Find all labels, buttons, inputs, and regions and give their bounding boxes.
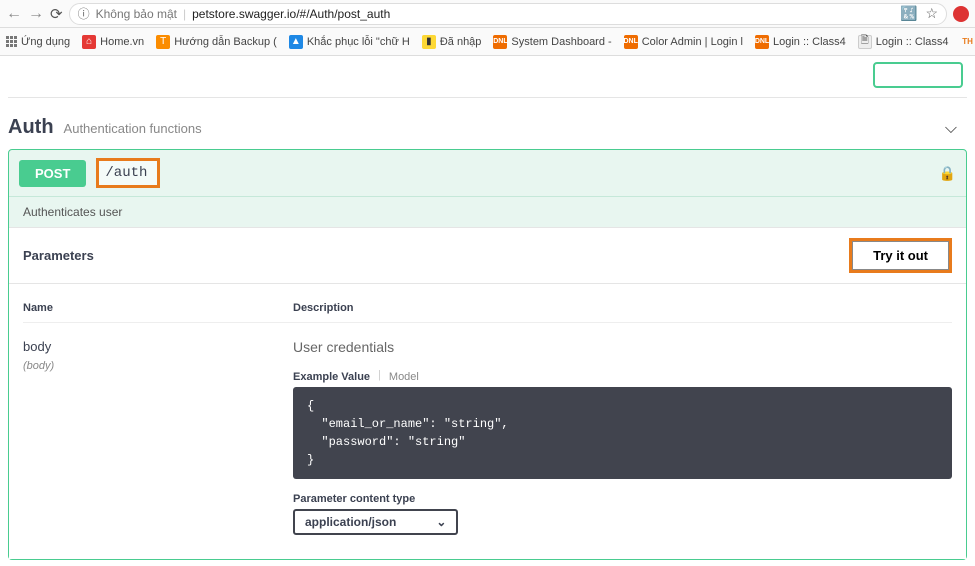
bookmark-item[interactable]: ▲Khắc phục lỗi "chữ H [289, 35, 410, 49]
tag-description: Authentication functions [64, 121, 202, 136]
content-type-select[interactable]: application/json ⌄ [293, 509, 458, 535]
apps-label: Ứng dụng [21, 36, 70, 48]
try-it-out-button[interactable]: Try it out [852, 241, 949, 270]
param-name: body [23, 339, 293, 354]
tag-name: Auth [8, 116, 54, 139]
extension-badge[interactable] [953, 6, 969, 22]
method-badge: POST [19, 160, 86, 187]
col-desc-header: Description [293, 302, 952, 314]
bookmarks-bar: Ứng dụng ⌂Home.vn THướng dẫn Backup ( ▲K… [0, 28, 975, 56]
apps-shortcut[interactable]: Ứng dụng [6, 36, 70, 48]
param-desc-cell: User credentials Example Value | Model {… [293, 339, 952, 535]
forward-button[interactable]: → [28, 5, 44, 23]
favicon-icon: DNL [624, 35, 638, 49]
operation-block: POST /auth 🔒 Authenticates user Paramete… [8, 149, 967, 560]
favicon-icon: ⌂ [82, 35, 96, 49]
chevron-down-icon: ⌵ [945, 120, 957, 138]
favicon-icon: DNL [493, 35, 507, 49]
translate-icon[interactable]: 🔣 [900, 5, 917, 22]
operation-header[interactable]: POST /auth 🔒 [9, 150, 966, 196]
bookmark-item[interactable]: ⌂Home.vn [82, 35, 144, 49]
swagger-content: Auth Authentication functions ⌵ POST /au… [0, 56, 975, 566]
bookmark-item[interactable]: THướng dẫn Backup ( [156, 35, 277, 49]
back-button[interactable]: ← [6, 5, 22, 23]
bookmark-star-icon[interactable]: ☆ [925, 5, 938, 22]
info-icon: ⓘ [78, 5, 90, 22]
bookmark-item[interactable]: DNLColor Admin | Login l [624, 35, 743, 49]
schema-tabs: Example Value | Model [293, 369, 952, 385]
browser-address-bar: ← → ⟳ ⓘ Không bảo mật | petstore.swagger… [0, 0, 975, 28]
top-spacer [8, 62, 967, 98]
param-row: body (body) User credentials Example Val… [23, 339, 952, 535]
content-type-label: Parameter content type [293, 493, 952, 505]
col-name-header: Name [23, 302, 293, 314]
bookmark-item[interactable]: DNLLogin :: Class4 [755, 35, 846, 49]
bookmark-item[interactable]: DNLSystem Dashboard - [493, 35, 611, 49]
operation-path: /auth [96, 158, 160, 188]
authorize-button-hint[interactable] [873, 62, 963, 88]
url-divider: | [183, 7, 186, 21]
url-text: petstore.swagger.io/#/Auth/post_auth [192, 7, 390, 21]
param-type: (body) [23, 360, 293, 372]
apps-grid-icon [6, 36, 17, 47]
parameters-title: Parameters [23, 248, 94, 263]
security-label: Không bảo mật [96, 7, 177, 21]
content-type-value: application/json [305, 515, 396, 529]
favicon-icon: ▲ [289, 35, 303, 49]
parameters-header-bar: Parameters Try it out [9, 227, 966, 284]
bookmark-item[interactable]: ▮Đã nhập [422, 35, 482, 49]
tag-header[interactable]: Auth Authentication functions ⌵ [8, 112, 967, 149]
doc-icon: 🗎 [858, 35, 872, 49]
favicon-icon: TH [961, 35, 975, 49]
try-it-out-highlight: Try it out [849, 238, 952, 273]
tab-separator: | [370, 369, 389, 385]
favicon-icon: DNL [755, 35, 769, 49]
model-tab[interactable]: Model [389, 369, 419, 385]
example-code-block[interactable]: { "email_or_name": "string", "password":… [293, 387, 952, 479]
param-name-cell: body (body) [23, 339, 293, 535]
reload-button[interactable]: ⟳ [50, 5, 63, 23]
param-description: User credentials [293, 339, 952, 355]
bookmark-item[interactable]: 🗎Login :: Class4 [858, 35, 949, 49]
parameters-body: Name Description body (body) User creden… [9, 284, 966, 559]
bookmark-item[interactable]: THLịch tập gym 6 buổi [961, 35, 975, 49]
folder-icon: ▮ [422, 35, 436, 49]
operation-summary: Authenticates user [9, 196, 966, 227]
url-bar[interactable]: ⓘ Không bảo mật | petstore.swagger.io/#/… [69, 3, 947, 25]
favicon-icon: T [156, 35, 170, 49]
lock-icon[interactable]: 🔒 [939, 165, 956, 182]
chevron-down-icon: ⌄ [436, 515, 446, 529]
example-value-tab[interactable]: Example Value [293, 369, 370, 385]
param-table-head: Name Description [23, 302, 952, 323]
